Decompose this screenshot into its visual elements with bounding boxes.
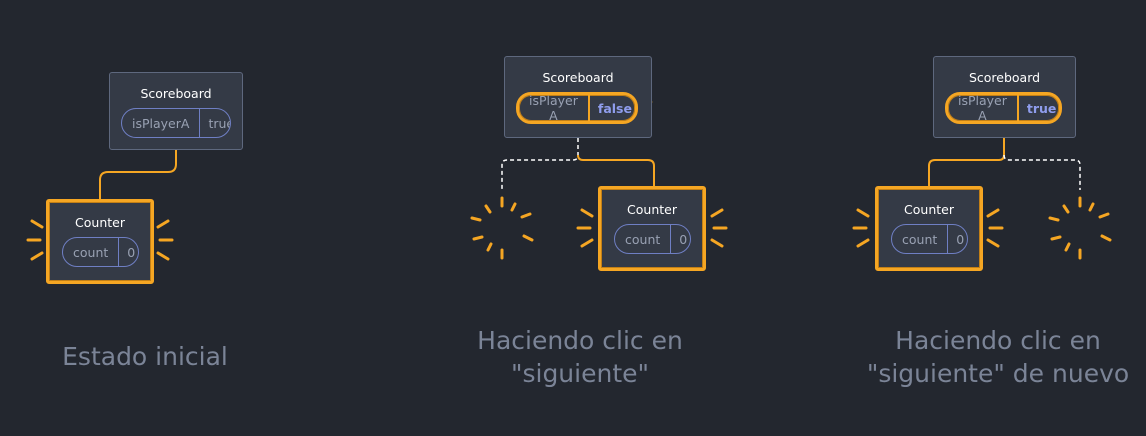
- state-pill-changed: isPlayer A true: [945, 92, 1062, 124]
- component-title: Counter: [627, 202, 677, 217]
- state-key: count: [625, 231, 661, 247]
- tree-edge: [928, 138, 1005, 188]
- stage-caption: Estado inicial: [62, 342, 228, 371]
- state-pill: count 0: [891, 224, 968, 254]
- state-pill: isPlayerA true: [121, 108, 231, 138]
- counter-node: Counter count 0: [598, 186, 706, 271]
- tree-edge: [577, 154, 655, 188]
- unmount-burst: [1048, 196, 1112, 260]
- unmount-burst: [470, 196, 534, 260]
- state-value: true: [1016, 95, 1059, 121]
- state-pill: count 0: [62, 237, 139, 267]
- state-key: isPlayer A: [958, 93, 1007, 123]
- component-title: Counter: [75, 215, 125, 230]
- counter-node: Counter count 0: [46, 199, 154, 284]
- component-title: Scoreboard: [968, 70, 1041, 85]
- stage-caption: Haciendo clic en "siguiente" de nuevo: [866, 326, 1130, 388]
- state-key: isPlayerA: [132, 115, 190, 131]
- state-key: count: [902, 231, 938, 247]
- scoreboard-node: Scoreboard isPlayerA true: [109, 72, 243, 150]
- counter-node: Counter count 0: [875, 186, 983, 271]
- tree-edge-dashed: [501, 138, 579, 190]
- scoreboard-node: Scoreboard isPlayer A true: [933, 56, 1076, 138]
- state-value: 0: [947, 225, 967, 253]
- state-pill: count 0: [614, 224, 691, 254]
- state-value: false: [587, 95, 635, 121]
- state-value: true: [199, 109, 230, 137]
- component-title: Scoreboard: [140, 86, 212, 101]
- component-title: Counter: [904, 202, 954, 217]
- state-pill-changed: isPlayer A false: [516, 92, 638, 124]
- scoreboard-node: Scoreboard isPlayer A false: [504, 56, 652, 138]
- tree-edge: [99, 150, 177, 202]
- component-title: Scoreboard: [542, 70, 614, 85]
- state-key: isPlayer A: [529, 93, 578, 123]
- tree-edge-dashed: [1003, 154, 1081, 190]
- stage-caption: Haciendo clic en "siguiente": [477, 326, 683, 388]
- state-value: 0: [118, 238, 138, 266]
- state-value: 0: [670, 225, 690, 253]
- state-key: count: [73, 244, 109, 260]
